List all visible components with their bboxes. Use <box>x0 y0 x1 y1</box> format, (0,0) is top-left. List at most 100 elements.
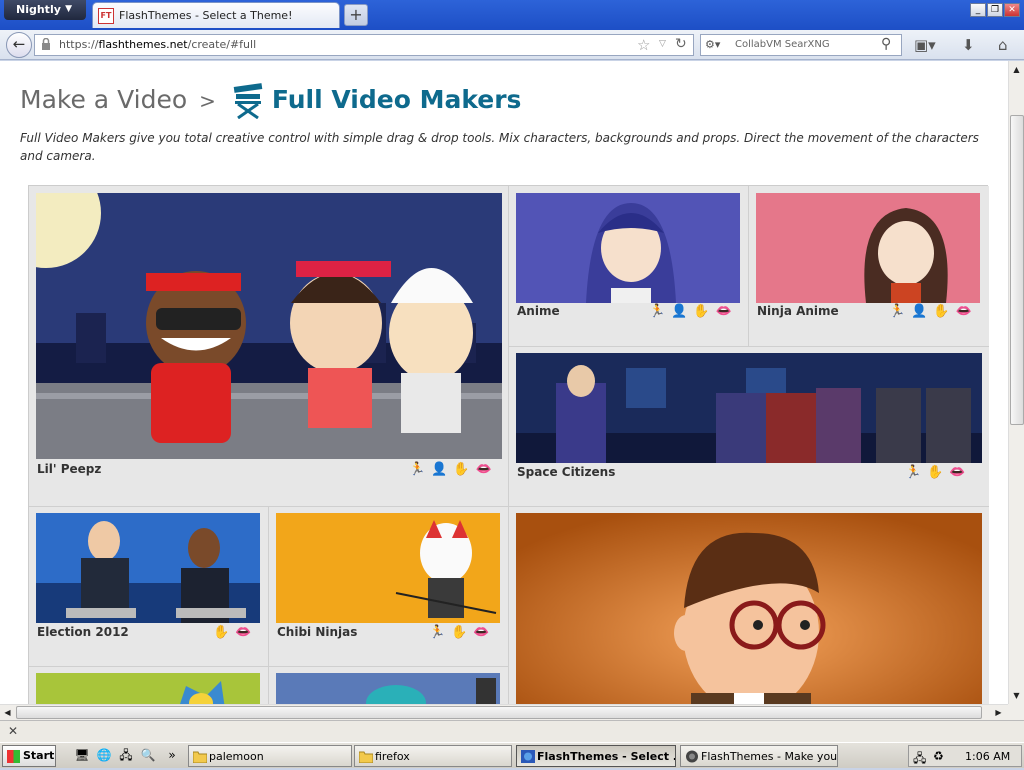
theme-name-election-2012: Election 2012 <box>37 625 129 639</box>
browser-icon <box>521 750 535 763</box>
close-icon: ✕ <box>1008 5 1016 15</box>
scroll-up-icon[interactable]: ▲ <box>1009 62 1024 77</box>
network-tray-icon[interactable]: 🖧 <box>913 749 926 770</box>
theme-name-lil-peepz: Lil' Peepz <box>37 462 102 476</box>
breadcrumb-current: Full Video Makers <box>271 85 522 114</box>
breadcrumb-separator: > <box>199 89 216 113</box>
featured-theme-thumbnail <box>516 513 982 704</box>
close-find-bar-icon[interactable]: ✕ <box>8 724 18 738</box>
lips-icon: 👄 <box>473 625 496 640</box>
task-palemoon[interactable]: palemoon <box>188 745 352 767</box>
back-arrow-icon: ← <box>12 35 26 53</box>
search-input[interactable]: CollabVM SearXNG <box>735 39 830 50</box>
theme-name-chibi-ninjas: Chibi Ninjas <box>277 625 358 639</box>
feature-icons: 🏃👤✋👄 <box>889 304 978 319</box>
close-button[interactable]: ✕ <box>1004 3 1020 17</box>
flashthemes-favicon-icon: FT <box>98 8 114 24</box>
hand-icon: ✋ <box>693 304 716 319</box>
internet-explorer-icon[interactable]: 🌐 <box>96 747 112 763</box>
feature-icons: ✋👄 <box>213 625 257 640</box>
folder-icon <box>359 751 373 763</box>
tab-title: FlashThemes - Select a Theme! <box>119 9 293 22</box>
scroll-right-icon[interactable]: ▶ <box>991 705 1006 720</box>
theme-card-chibi-ninjas[interactable]: Chibi Ninjas 🏃✋👄 <box>269 507 508 666</box>
search-files-icon[interactable]: 🔍 <box>140 747 156 763</box>
bookmarks-menu-icon[interactable]: ▣▾ <box>914 36 936 54</box>
theme-card-featured[interactable] <box>509 507 989 704</box>
theme-card-election-2012[interactable]: Election 2012 ✋👄 <box>29 507 268 666</box>
scroll-left-icon[interactable]: ◀ <box>0 705 15 720</box>
search-engine-icon[interactable]: ⚙▾ <box>705 38 720 51</box>
start-button[interactable]: Start <box>2 745 56 767</box>
system-tray: 🖧 ♻ 1:06 AM <box>908 745 1022 767</box>
theme-name-anime: Anime <box>517 304 560 318</box>
hand-icon: ✋ <box>453 462 476 477</box>
url-bar[interactable]: https://flashthemes.net/create/#full ☆ ▽… <box>34 34 694 56</box>
find-bar: ✕ <box>0 720 1024 742</box>
reload-icon[interactable]: ↻ <box>675 36 687 52</box>
person-icon: 👤 <box>671 304 694 319</box>
search-icon[interactable]: ⚲ <box>881 36 891 52</box>
vertical-scrollbar[interactable]: ▲ ▼ <box>1008 61 1024 704</box>
new-tab-button[interactable]: + <box>344 4 368 26</box>
app-menu-label: Nightly <box>16 3 61 16</box>
lips-icon: 👄 <box>235 625 258 640</box>
hand-icon: ✋ <box>451 625 474 640</box>
folder-icon <box>193 751 207 763</box>
show-desktop-icon[interactable]: 🖥 <box>74 747 90 763</box>
lock-icon <box>42 38 50 50</box>
walk-icon: 🏃 <box>649 304 672 319</box>
minimize-button[interactable]: _ <box>970 3 986 17</box>
feature-icons: 🏃👤✋👄 <box>409 462 498 477</box>
feature-icons: 🏃✋👄 <box>429 625 496 640</box>
task-flashthemes-make[interactable]: FlashThemes - Make your... <box>680 745 838 767</box>
walk-icon: 🏃 <box>409 462 432 477</box>
vertical-scroll-thumb[interactable] <box>1010 115 1024 425</box>
space-citizens-thumbnail <box>516 353 982 463</box>
theme-name-space-citizens: Space Citizens <box>517 465 616 479</box>
downloads-icon[interactable]: ⬇ <box>962 36 975 54</box>
breadcrumb-make-a-video[interactable]: Make a Video <box>20 85 187 114</box>
theme-name-ninja-anime: Ninja Anime <box>757 304 839 318</box>
theme-card-partial-2[interactable] <box>269 667 508 704</box>
scroll-corner <box>1008 704 1024 720</box>
horizontal-scrollbar[interactable]: ◀ ▶ <box>0 704 1008 720</box>
theme-card-partial-1[interactable] <box>29 667 268 704</box>
theme-card-ninja-anime[interactable]: Ninja Anime 🏃👤✋👄 <box>749 186 989 346</box>
url-text: https://flashthemes.net/create/#full <box>59 38 257 51</box>
lips-icon: 👄 <box>475 462 498 477</box>
election-2012-thumbnail <box>36 513 260 623</box>
tab-flashthemes[interactable]: FT FlashThemes - Select a Theme! <box>92 2 340 28</box>
partial-thumbnail-2 <box>276 673 500 704</box>
page-title: Make a Video > Full Video Makers <box>20 85 521 114</box>
hand-icon: ✋ <box>213 625 236 640</box>
restore-button[interactable]: ❐ <box>987 3 1003 17</box>
theme-card-lil-peepz[interactable]: Lil' Peepz 🏃👤✋👄 <box>29 186 508 506</box>
minimize-icon: _ <box>975 5 981 15</box>
update-tray-icon[interactable]: ♻ <box>933 749 944 763</box>
feature-icons: 🏃✋👄 <box>905 465 972 480</box>
network-icon[interactable]: 🖧 <box>118 747 134 763</box>
back-button[interactable]: ← <box>6 32 32 58</box>
ninja-anime-thumbnail <box>756 193 980 303</box>
app-menu-button[interactable]: Nightly ▼ <box>4 0 86 20</box>
browser-icon <box>686 750 698 763</box>
search-bar[interactable]: ⚙▾ CollabVM SearXNG ⚲ <box>700 34 902 56</box>
task-label: palemoon <box>209 750 264 763</box>
clock: 1:06 AM <box>965 750 1011 763</box>
theme-grid: Lil' Peepz 🏃👤✋👄 Anime 🏃👤✋👄 Ninja Anime 🏃… <box>28 185 989 704</box>
horizontal-scroll-thumb[interactable] <box>16 706 982 719</box>
task-firefox[interactable]: firefox <box>354 745 512 767</box>
theme-card-space-citizens[interactable]: Space Citizens 🏃✋👄 <box>509 347 989 506</box>
theme-card-anime[interactable]: Anime 🏃👤✋👄 <box>509 186 748 346</box>
task-flashthemes-select[interactable]: FlashThemes - Select ... <box>516 745 676 767</box>
more-quicklaunch-icon[interactable]: » <box>164 747 180 763</box>
history-dropdown-icon[interactable]: ▽ <box>659 39 666 49</box>
task-label: firefox <box>375 750 410 763</box>
lil-peepz-thumbnail <box>36 193 502 459</box>
bookmark-star-icon[interactable]: ☆ <box>637 36 650 54</box>
scroll-down-icon[interactable]: ▼ <box>1009 688 1024 703</box>
home-icon[interactable]: ⌂ <box>998 36 1008 54</box>
walk-icon: 🏃 <box>889 304 912 319</box>
walk-icon: 🏃 <box>429 625 452 640</box>
